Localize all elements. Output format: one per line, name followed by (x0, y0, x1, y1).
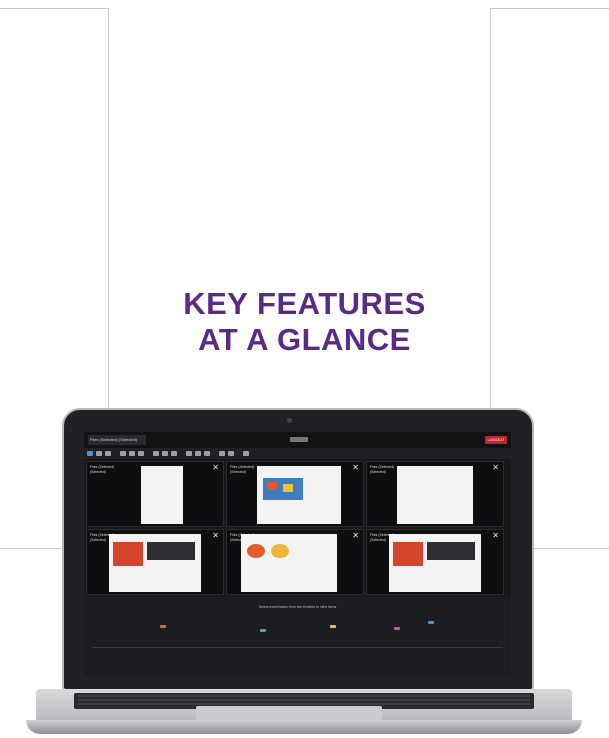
timeline-marker[interactable] (260, 629, 266, 632)
app-header: Files (Selected) (Selected) LOGOUT (84, 432, 511, 448)
report-thumbnail (109, 534, 201, 592)
logout-button[interactable]: LOGOUT (485, 436, 507, 444)
report-thumbnail (397, 466, 473, 524)
close-icon[interactable]: ✕ (352, 532, 359, 540)
status-message: Select examination from the timeline to … (258, 605, 337, 609)
print-icon[interactable] (228, 451, 234, 456)
laptop-base-lip (26, 720, 582, 734)
timeline-marker[interactable] (394, 627, 400, 630)
close-icon[interactable]: ✕ (212, 532, 219, 540)
zoom-out-icon[interactable] (129, 451, 135, 456)
refresh-icon[interactable] (243, 451, 249, 456)
report-thumbnail (241, 534, 337, 592)
image-tile[interactable]: Files (Selected) (Selected) ✕ (226, 529, 364, 595)
timeline-marker[interactable] (160, 625, 166, 628)
brightness-icon[interactable] (186, 451, 192, 456)
image-tile[interactable]: Files (Selected) (Selected) ✕ (366, 529, 504, 595)
timeline-marker[interactable] (428, 621, 434, 624)
report-thumbnail (389, 534, 481, 592)
image-tile[interactable]: Files (Selected) (Selected) ✕ (86, 461, 224, 527)
keyboard-row (78, 703, 530, 705)
keyboard-row (78, 695, 530, 697)
contrast-icon[interactable] (195, 451, 201, 456)
brand-logo (290, 437, 308, 442)
image-tile[interactable]: Files (Selected) (Selected) ✕ (86, 529, 224, 595)
close-icon[interactable]: ✕ (492, 464, 499, 472)
annotate-icon[interactable] (162, 451, 168, 456)
compare-icon[interactable] (153, 451, 159, 456)
headline-line-2: AT A GLANCE (198, 322, 411, 357)
report-thumbnail (257, 466, 341, 524)
keyboard-row (78, 699, 530, 701)
trackpad (196, 706, 382, 720)
image-tile[interactable]: Files (Selected) (Selected) ✕ (226, 461, 364, 527)
guide-line-top-right (490, 8, 609, 9)
close-icon[interactable]: ✕ (212, 464, 219, 472)
reset-icon[interactable] (204, 451, 210, 456)
measure-icon[interactable] (171, 451, 177, 456)
layout-grid-icon[interactable] (87, 451, 93, 456)
timeline-axis (92, 647, 503, 648)
close-icon[interactable]: ✕ (492, 532, 499, 540)
layout-single-icon[interactable] (96, 451, 102, 456)
zoom-in-icon[interactable] (120, 451, 126, 456)
close-icon[interactable]: ✕ (352, 464, 359, 472)
layout-split-icon[interactable] (105, 451, 111, 456)
guide-line-top-left (0, 8, 108, 9)
laptop-screen: Files (Selected) (Selected) LOGOUT Files… (84, 432, 511, 677)
settings-icon[interactable] (219, 451, 225, 456)
tile-info: Files (Selected) (Selected) (90, 465, 115, 474)
timeline-marker[interactable] (330, 625, 336, 628)
headline-line-1: KEY FEATURES (183, 286, 426, 321)
timeline-panel: Select examination from the timeline to … (84, 597, 511, 677)
toolbar (84, 448, 511, 459)
image-tile[interactable]: Files (Selected) (Selected) ✕ (366, 461, 504, 527)
report-thumbnail (141, 466, 183, 524)
camera-icon (287, 418, 292, 423)
tab-files[interactable]: Files (Selected) (Selected) (88, 435, 146, 445)
rotate-icon[interactable] (138, 451, 144, 456)
